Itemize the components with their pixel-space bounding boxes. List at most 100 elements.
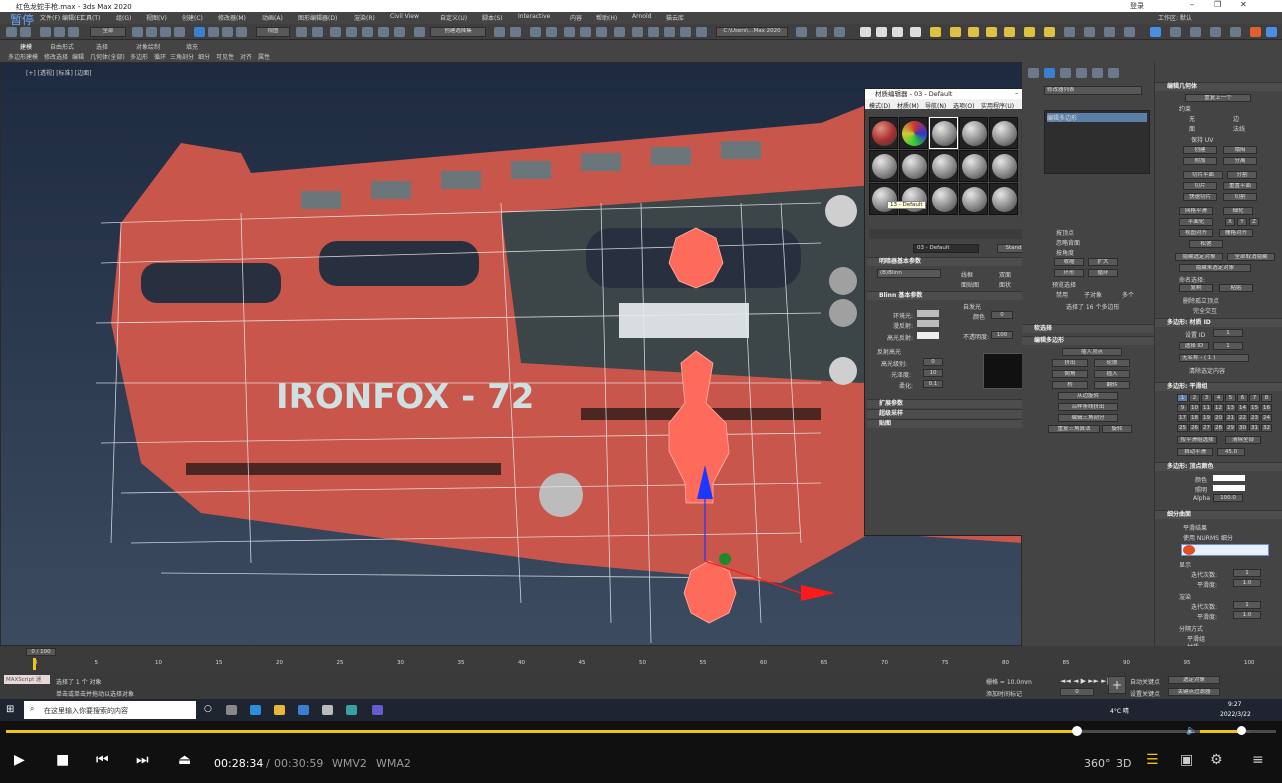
retriangulate-button[interactable]: 重复三角算法	[1048, 425, 1100, 433]
fullscreen-icon[interactable]: ▣	[1180, 752, 1193, 768]
unlink-icon[interactable]	[54, 27, 65, 37]
plugin-e-icon[interactable]	[1250, 27, 1261, 37]
viewport-cloud-icon[interactable]	[860, 27, 871, 37]
select-id-value[interactable]: 1	[1213, 342, 1243, 350]
snap-toggle-icon[interactable]	[346, 27, 357, 37]
slice-plane-button[interactable]: 切片平面	[1183, 171, 1223, 179]
select-by-name-icon[interactable]	[146, 27, 157, 37]
undo-icon[interactable]	[6, 27, 17, 37]
delete-isolated-check[interactable]: 删除孤立顶点	[1183, 296, 1219, 305]
scene-explorer-icon[interactable]	[530, 27, 541, 37]
utilities-tab-icon[interactable]	[1108, 68, 1119, 78]
material-slot[interactable]	[899, 183, 928, 215]
align-icon[interactable]	[510, 27, 521, 37]
rollout-maps[interactable]: 贴图	[867, 419, 1043, 428]
plugin-d-icon[interactable]	[1230, 27, 1241, 37]
copy-button[interactable]: 复制	[1179, 284, 1213, 292]
collapse-button[interactable]: 塌陷	[1223, 146, 1257, 154]
frame-counter[interactable]: 0 / 100	[26, 648, 56, 656]
progress-handle[interactable]	[1071, 726, 1082, 736]
material-slot-active[interactable]	[929, 117, 958, 149]
unhide-all-button[interactable]: 全部取消隐藏	[1227, 253, 1275, 261]
smoothing-group-button[interactable]: 13	[1225, 404, 1236, 412]
shrink-button[interactable]: 收缩	[1054, 258, 1084, 266]
rollout-edit-geometry[interactable]: 编辑几何体	[1155, 82, 1282, 91]
tessellate-button[interactable]: 细化	[1223, 207, 1253, 215]
preview-subobj[interactable]: 子对象	[1084, 290, 1102, 299]
maxscript-listener[interactable]: MAXScript 迷	[4, 675, 50, 684]
opt-wire[interactable]: 线框	[961, 270, 973, 279]
turn-button[interactable]: 旋转	[1102, 425, 1132, 433]
menu-maoyunku[interactable]: 猫云库	[666, 13, 684, 22]
key-filters-button[interactable]: 关键点过滤器	[1168, 688, 1220, 696]
mail-icon[interactable]	[322, 705, 333, 715]
smoothness-value[interactable]: 1.0	[1233, 579, 1261, 587]
ribbon-sub-modify-selection[interactable]: 修改选择	[44, 52, 68, 61]
smoothing-group-button[interactable]: 12	[1213, 404, 1224, 412]
smoothing-group-button[interactable]: 30	[1237, 424, 1248, 432]
display-tab-icon[interactable]	[1092, 68, 1103, 78]
menu-civil-view[interactable]: Civil View	[390, 13, 419, 20]
material-name-dropdown[interactable]: 无名称 - ( 1 )	[1179, 354, 1249, 362]
clear-all-button[interactable]: 清除全部	[1225, 436, 1261, 444]
mat-minimize-icon[interactable]: –	[1015, 89, 1019, 97]
smoothing-group-button[interactable]: 8	[1261, 394, 1272, 402]
sphere-plugin-icon[interactable]	[1150, 27, 1161, 37]
preview-off[interactable]: 禁用	[1056, 290, 1068, 299]
extrude-along-spline-button[interactable]: 沿样条线挤出	[1058, 403, 1118, 411]
photos-taskbar-icon[interactable]	[372, 705, 383, 715]
sun-icon[interactable]	[950, 27, 961, 37]
smoothing-group-button[interactable]: 28	[1213, 424, 1224, 432]
relax-button[interactable]: 松弛	[1189, 240, 1223, 248]
rollout-vertex-colors[interactable]: 多边形: 顶点颜色	[1155, 462, 1282, 471]
material-slot[interactable]	[959, 117, 988, 149]
sky-icon[interactable]	[968, 27, 979, 37]
redo-icon[interactable]	[20, 27, 31, 37]
quickslice-button[interactable]: 快速切片	[1183, 193, 1217, 201]
current-frame-field[interactable]: 0	[1060, 688, 1094, 696]
smoothing-group-button[interactable]: 26	[1189, 424, 1200, 432]
camera-icon[interactable]	[1024, 27, 1035, 37]
select-by-sg-button[interactable]: 按平滑组选择	[1177, 436, 1217, 444]
bevel-button[interactable]: 倒角	[1052, 370, 1088, 378]
select-id-button[interactable]: 选择 ID	[1179, 342, 1209, 350]
smoothing-group-button[interactable]: 27	[1201, 424, 1212, 432]
menu-icon[interactable]: ≡	[1252, 752, 1264, 768]
plugin-a-icon[interactable]	[1170, 27, 1181, 37]
opt-faceted[interactable]: 面状	[999, 280, 1011, 289]
layer-explorer-icon[interactable]	[546, 27, 557, 37]
rollout-subdivision[interactable]: 细分曲面	[1155, 510, 1282, 519]
hide-selected-button[interactable]: 隐藏选定对象	[1175, 253, 1223, 261]
selection-filter-dropdown[interactable]: 全部	[90, 27, 126, 37]
mat-menu-utilities[interactable]: 实用程序(U)	[981, 101, 1014, 110]
wifi-plugin-icon[interactable]	[1064, 27, 1075, 37]
constraint-normal[interactable]: 法线	[1233, 124, 1245, 133]
next-icon[interactable]: ⏭	[136, 752, 149, 768]
viewport-label[interactable]: [+] [透视] [标准] [边面]	[26, 68, 91, 77]
ribbon-sub-properties[interactable]: 属性	[258, 52, 270, 61]
vc-color-swatch[interactable]	[1213, 475, 1245, 481]
diffuse-swatch[interactable]	[917, 320, 939, 327]
modifier-list-dropdown[interactable]: 修改器列表	[1044, 86, 1142, 95]
smoothing-group-button[interactable]: 3	[1201, 394, 1212, 402]
by-angle-check[interactable]: 按角度	[1056, 248, 1074, 257]
menu-group[interactable]: 组(G)	[116, 13, 131, 22]
ring-button[interactable]: 环形	[1054, 269, 1084, 277]
time-slider-handle[interactable]	[33, 658, 36, 670]
loop-button[interactable]: 循环	[1088, 269, 1118, 277]
vc-alpha-value[interactable]: 100.0	[1213, 494, 1243, 502]
percent-snap-icon[interactable]	[378, 27, 389, 37]
material-slot[interactable]	[929, 150, 958, 182]
pivot-center-icon[interactable]	[296, 27, 307, 37]
planarize-y[interactable]: Y	[1237, 218, 1247, 226]
volume-handle[interactable]	[1237, 726, 1246, 735]
ribbon-tab-populate[interactable]: 填充	[186, 42, 198, 51]
ignore-backface-check[interactable]: 忽略背面	[1056, 238, 1080, 247]
xref-icon[interactable]	[1104, 27, 1115, 37]
smoothing-group-button[interactable]: 19	[1201, 414, 1212, 422]
render-setup-icon[interactable]	[632, 27, 643, 37]
iterations-value[interactable]: 1	[1233, 569, 1261, 577]
hierarchy-tab-icon[interactable]	[1060, 68, 1071, 78]
set-id-value[interactable]: 1	[1213, 329, 1243, 337]
self-illum-color-value[interactable]: 0	[991, 311, 1013, 319]
